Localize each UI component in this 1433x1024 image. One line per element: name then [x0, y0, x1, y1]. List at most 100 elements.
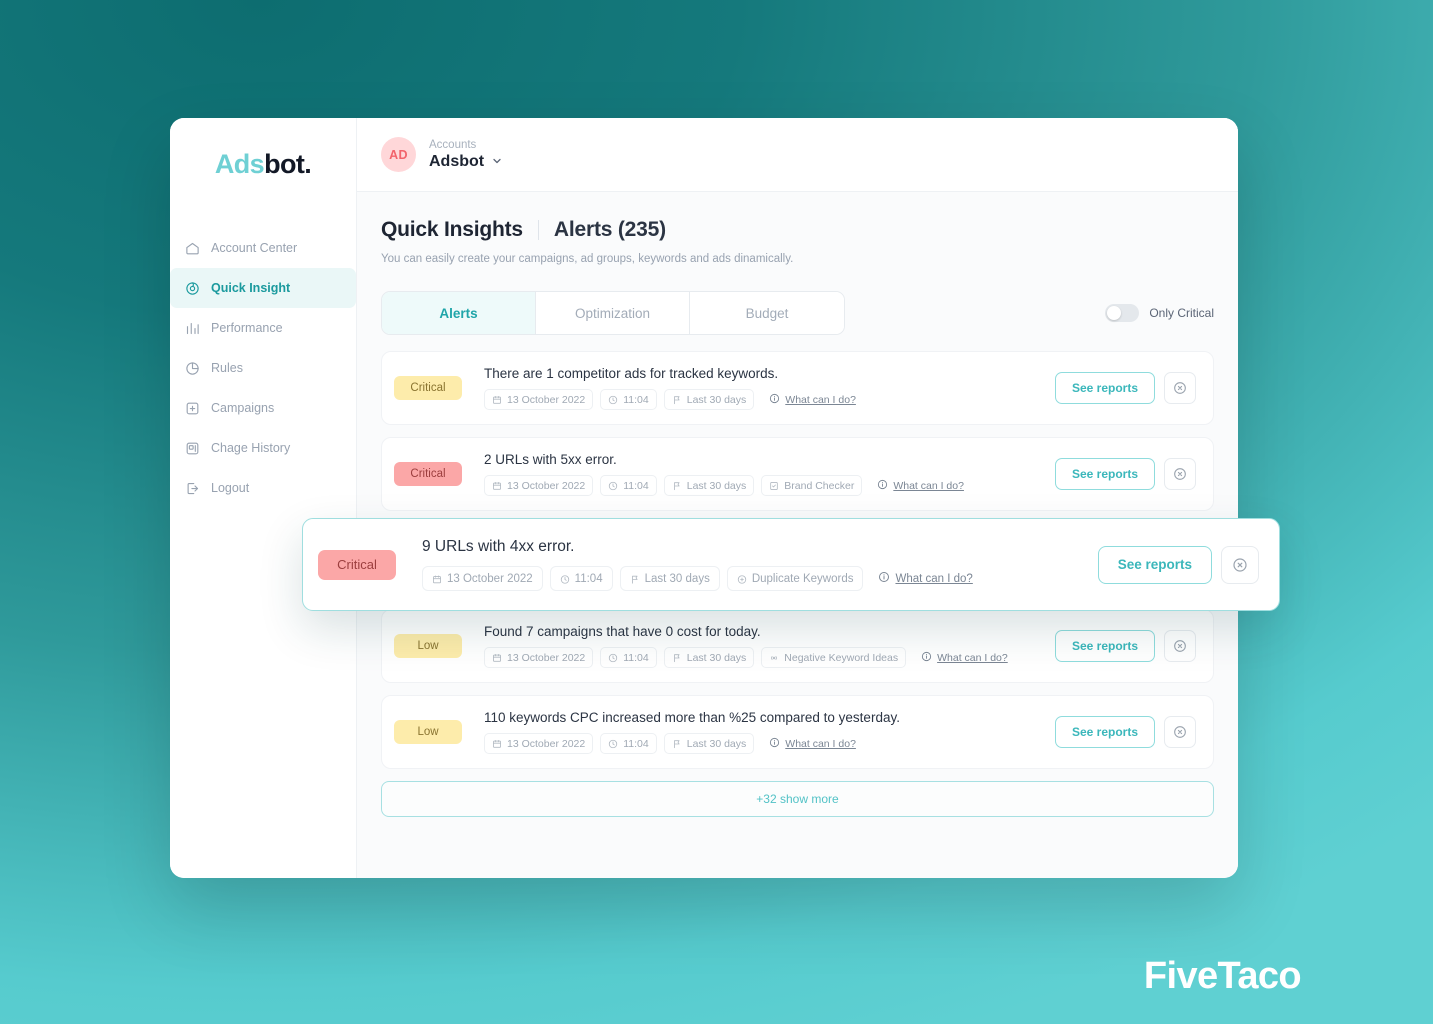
chip-range: Last 30 days: [663, 389, 755, 410]
status-badge: Critical: [394, 462, 462, 486]
chip-label: Last 30 days: [686, 737, 747, 750]
sidebar-item-label: Rules: [211, 361, 243, 375]
alert-row[interactable]: Critical 2 URLs with 5xx error. 13 Octob…: [381, 437, 1214, 511]
show-more-button[interactable]: +32 show more: [381, 781, 1214, 817]
chip-date: 13 October 2022: [484, 647, 594, 668]
history-icon: [184, 440, 200, 456]
info-circle-icon: [878, 571, 890, 586]
highlighted-alert-row[interactable]: Critical 9 URLs with 4xx error. 13 Octob…: [302, 518, 1280, 611]
alert-actions: See reports: [1054, 630, 1196, 662]
close-circle-icon[interactable]: [1164, 372, 1196, 404]
alert-row[interactable]: Low Found 7 campaigns that have 0 cost f…: [381, 609, 1214, 683]
alert-actions: See reports: [1054, 458, 1196, 490]
sidebar-item-logout[interactable]: Logout: [170, 468, 356, 508]
chip-time: 11:04: [600, 733, 657, 754]
main-area: AD Accounts Adsbot Quick Insights Alerts…: [357, 118, 1238, 878]
alert-row[interactable]: Critical There are 1 competitor ads for …: [381, 351, 1214, 425]
chip-label: 11:04: [623, 737, 649, 750]
what-can-i-do-label: What can I do?: [895, 572, 973, 585]
accounts-label: Accounts: [429, 138, 477, 151]
calendar-icon: [492, 739, 502, 749]
close-circle-icon[interactable]: [1164, 458, 1196, 490]
sidebar-item-label: Quick Insight: [211, 281, 291, 295]
alert-body: 110 keywords CPC increased more than %25…: [484, 710, 1039, 754]
what-can-i-do-link[interactable]: What can I do?: [878, 571, 973, 586]
alert-body: There are 1 competitor ads for tracked k…: [484, 366, 1039, 410]
sidebar-item-label: Performance: [211, 321, 283, 335]
sidebar-item-chage-history[interactable]: Chage History: [170, 428, 356, 468]
calendar-icon: [432, 574, 442, 584]
what-can-i-do-label: What can I do?: [937, 651, 1008, 664]
app-logo: Adsbot.: [170, 149, 356, 180]
alert-title: There are 1 competitor ads for tracked k…: [484, 366, 779, 381]
chip-label: 11:04: [623, 479, 649, 492]
chip-label: Brand Checker: [784, 479, 855, 492]
sidebar-item-rules[interactable]: Rules: [170, 348, 356, 388]
alert-chips: 13 October 2022 11:04 Last 30 days Dupli…: [422, 566, 1082, 591]
toggle-knob: [1107, 306, 1122, 320]
chip-range: Last 30 days: [663, 475, 755, 496]
chip-label: 11:04: [623, 393, 649, 406]
chip-category: Duplicate Keywords: [726, 566, 864, 591]
fivetaco-watermark: FiveTaco: [1143, 955, 1302, 997]
alert-actions: See reports: [1054, 716, 1196, 748]
status-badge: Critical: [318, 549, 396, 580]
info-circle-icon: [769, 737, 780, 751]
see-reports-button[interactable]: See reports: [1054, 372, 1155, 404]
flag-icon: [672, 481, 682, 491]
what-can-i-do-label: What can I do?: [785, 737, 856, 750]
what-can-i-do-link[interactable]: What can I do?: [769, 393, 856, 407]
alert-title: 2 URLs with 5xx error.: [484, 452, 617, 467]
tab-budget[interactable]: Budget: [690, 292, 844, 334]
logo-text-first: Ads: [214, 149, 265, 179]
shield-check-icon: [769, 481, 779, 491]
info-circle-icon: [769, 393, 780, 407]
alert-chips: 13 October 2022 11:04 Last 30 days: [484, 389, 1039, 410]
sidebar-item-label: Campaigns: [211, 401, 275, 415]
alert-row[interactable]: Low 110 keywords CPC increased more than…: [381, 695, 1214, 769]
close-circle-icon[interactable]: [1221, 545, 1259, 584]
what-can-i-do-link[interactable]: What can I do?: [877, 479, 964, 493]
see-reports-button[interactable]: See reports: [1054, 630, 1155, 662]
page-title: Quick Insights: [381, 218, 523, 241]
what-can-i-do-link[interactable]: What can I do?: [921, 651, 1008, 665]
alert-chips: 13 October 2022 11:04 Last 30 days: [484, 647, 1039, 668]
see-reports-button[interactable]: See reports: [1054, 716, 1155, 748]
chevron-down-icon[interactable]: [491, 155, 503, 170]
alert-chips: 13 October 2022 11:04 Last 30 days: [484, 733, 1039, 754]
sidebar-item-account-center[interactable]: Account Center: [170, 228, 356, 268]
alert-body: 2 URLs with 5xx error. 13 October 2022 1…: [484, 452, 1039, 496]
alert-actions: See reports: [1097, 545, 1259, 584]
sidebar-item-campaigns[interactable]: Campaigns: [170, 388, 356, 428]
alert-title: 110 keywords CPC increased more than %25…: [484, 710, 900, 725]
topbar: AD Accounts Adsbot: [357, 118, 1238, 192]
only-critical-label: Only Critical: [1149, 306, 1214, 320]
see-reports-button[interactable]: See reports: [1054, 458, 1155, 490]
only-critical-toggle[interactable]: [1105, 304, 1140, 322]
close-circle-icon[interactable]: [1164, 630, 1196, 662]
info-circle-icon: [921, 651, 932, 665]
sidebar-item-quick-insight[interactable]: Quick Insight: [170, 268, 356, 308]
chip-label: 11:04: [623, 651, 649, 664]
calendar-icon: [492, 653, 502, 663]
flag-icon: [672, 653, 682, 663]
home-icon: [184, 240, 200, 256]
tab-alerts[interactable]: Alerts: [382, 292, 536, 334]
chip-label: Last 30 days: [644, 572, 710, 585]
see-reports-button[interactable]: See reports: [1097, 545, 1212, 584]
status-badge: Critical: [394, 376, 462, 400]
tab-optimization[interactable]: Optimization: [536, 292, 690, 334]
sidebar-item-performance[interactable]: Performance: [170, 308, 356, 348]
account-switcher[interactable]: Accounts Adsbot: [429, 138, 503, 172]
alert-actions: See reports: [1054, 372, 1196, 404]
logout-icon: [184, 480, 200, 496]
close-circle-icon[interactable]: [1164, 716, 1196, 748]
chip-label: Negative Keyword Ideas: [784, 651, 899, 664]
sidebar-item-label: Account Center: [211, 241, 298, 255]
chip-label: Last 30 days: [686, 479, 747, 492]
pie-chart-icon: [184, 360, 200, 376]
what-can-i-do-link[interactable]: What can I do?: [769, 737, 856, 751]
broadcast-icon: [769, 653, 779, 663]
alert-title: 9 URLs with 4xx error.: [422, 538, 575, 555]
chip-label: 13 October 2022: [507, 479, 586, 492]
